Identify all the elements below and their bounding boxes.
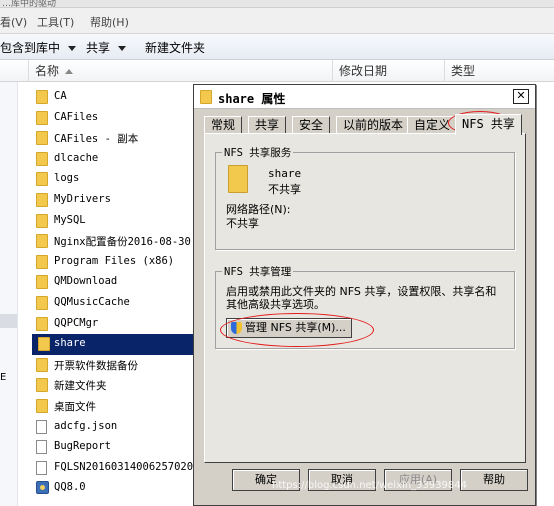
column-header: 名称 修改日期 类型: [0, 60, 554, 82]
file-icon: [36, 419, 47, 434]
folder-icon: [36, 357, 48, 372]
folder-icon: [36, 192, 48, 207]
file-name: CAFiles - 副本: [54, 133, 139, 146]
menu-view[interactable]: 看(V): [0, 14, 27, 30]
menu-help[interactable]: 帮助(H): [90, 14, 129, 30]
file-name: CAFiles: [54, 110, 99, 123]
close-icon: ✕: [516, 89, 526, 102]
network-path-value: 不共享: [226, 217, 259, 230]
dialog-titlebar[interactable]: share 属性 ✕: [194, 85, 535, 109]
chevron-down-icon: [118, 46, 127, 51]
file-name: BugReport: [54, 440, 111, 453]
folder-icon: [36, 110, 48, 125]
file-name: QQ8.0: [54, 481, 86, 494]
folder-icon: [228, 165, 248, 193]
folder-icon: [36, 213, 48, 228]
share-status: 不共享: [268, 183, 301, 196]
file-name: 新建文件夹: [54, 380, 107, 393]
file-name: QMDownload: [54, 275, 118, 288]
tab-strip: 常规 共享 安全 以前的版本 自定义 NFS 共享: [204, 114, 528, 135]
folder-icon: [36, 254, 48, 269]
file-name: FQLSN20160314006257020160: [54, 460, 213, 473]
folder-icon: [36, 378, 48, 393]
tab-general[interactable]: 常规: [204, 116, 243, 134]
nav-selected-item[interactable]: [0, 314, 17, 328]
file-name: 桌面文件: [54, 400, 96, 413]
chevron-down-icon: [68, 46, 77, 51]
menu-tools[interactable]: 工具(T): [37, 14, 74, 30]
file-name: share: [54, 337, 86, 350]
folder-icon: [36, 131, 48, 146]
file-name: MySQL: [54, 213, 86, 226]
folder-icon: [36, 316, 48, 331]
tab-previous-versions[interactable]: 以前的版本: [336, 116, 411, 134]
folder-icon: [36, 234, 48, 249]
folder-icon: [36, 151, 48, 166]
new-folder-button[interactable]: 新建文件夹: [145, 39, 205, 56]
column-name[interactable]: 名称: [28, 60, 332, 82]
column-name-label: 名称: [35, 64, 60, 78]
folder-icon: [36, 275, 48, 290]
folder-icon: [36, 90, 48, 104]
navigation-pane[interactable]: E: [0, 82, 18, 506]
column-type[interactable]: 类型: [444, 60, 554, 82]
app-icon: [36, 481, 49, 495]
column-modified[interactable]: 修改日期: [332, 60, 444, 82]
manage-nfs-sharing-label: 管理 NFS 共享(M)...: [245, 321, 346, 334]
share-menu-label: 共享: [86, 41, 111, 55]
folder-icon: [200, 90, 212, 104]
nfs-service-group: NFS 共享服务 share 不共享 网络路径(N): 不共享: [215, 145, 515, 250]
tab-sharing[interactable]: 共享: [248, 116, 287, 134]
file-name: QQMusicCache: [54, 295, 130, 308]
tab-security[interactable]: 安全: [292, 116, 331, 134]
folder-icon: [36, 172, 48, 187]
nfs-manage-group-title: NFS 共享管理: [222, 264, 294, 279]
folder-icon: [36, 398, 48, 413]
include-library-button[interactable]: 包含到库中: [0, 39, 77, 56]
folder-icon: [38, 337, 50, 352]
file-icon: [36, 440, 47, 455]
tab-customize[interactable]: 自定义: [407, 116, 458, 134]
watermark: https://blog.csdn.net/weixin_33939844: [272, 480, 468, 491]
file-name: Program Files (x86): [54, 254, 175, 267]
nfs-sharing-panel: NFS 共享服务 share 不共享 网络路径(N): 不共享 NFS 共享管理…: [204, 133, 526, 463]
file-name: dlcache: [54, 151, 99, 164]
address-bar[interactable]: …库中的驱动: [0, 0, 554, 8]
manage-nfs-sharing-button[interactable]: 管理 NFS 共享(M)...: [226, 318, 352, 338]
share-menu-button[interactable]: 共享: [86, 39, 127, 56]
dialog-title: share 属性: [218, 92, 286, 106]
menu-bar: …库中的驱动 看(V) 工具(T) 帮助(H): [0, 0, 554, 34]
nfs-service-group-title: NFS 共享服务: [222, 145, 294, 160]
nav-item-label: E: [0, 372, 7, 383]
file-icon: [36, 460, 47, 475]
file-name: Nginx配置备份2016-08-30: [54, 236, 191, 249]
close-button[interactable]: ✕: [513, 89, 529, 104]
nfs-manage-description-line2: 其他高级共享选项。: [226, 298, 325, 311]
sort-ascending-icon: [65, 69, 74, 74]
explorer-toolbar: 包含到库中 共享 新建文件夹: [0, 34, 554, 60]
file-name: QQPCMgr: [54, 316, 99, 329]
file-name: CA: [54, 90, 67, 102]
file-name: adcfg.json: [54, 419, 118, 432]
folder-icon: [36, 295, 48, 310]
file-name: logs: [54, 172, 80, 185]
nfs-manage-group: NFS 共享管理 启用或禁用此文件夹的 NFS 共享，设置权限、共享名和 其他高…: [215, 264, 515, 349]
properties-dialog: share 属性 ✕ 常规 共享 安全 以前的版本 自定义 NFS 共享 NFS…: [193, 84, 536, 506]
help-button[interactable]: 帮助: [460, 469, 528, 491]
uac-shield-icon: [231, 322, 242, 334]
include-library-label: 包含到库中: [0, 41, 61, 55]
file-name: 开票软件数据备份: [54, 359, 138, 372]
folder-name: share: [268, 167, 302, 180]
file-name: MyDrivers: [54, 192, 111, 205]
tab-nfs-sharing[interactable]: NFS 共享: [455, 114, 522, 135]
